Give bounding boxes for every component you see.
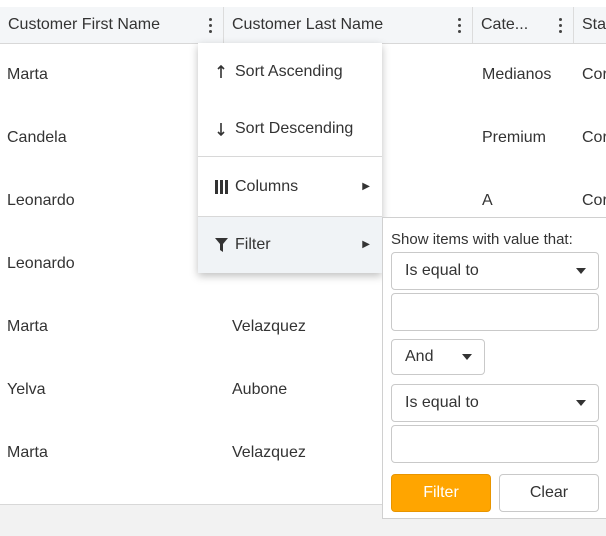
column-header-label: Customer Last Name bbox=[232, 16, 384, 33]
filter-operator-dropdown-2[interactable]: Is equal to bbox=[391, 384, 599, 422]
menu-item-label: Sort Ascending bbox=[235, 63, 343, 80]
menu-item-sort-descending[interactable]: Sort Descending bbox=[198, 100, 382, 157]
cell-first-name: Marta bbox=[7, 444, 48, 461]
arrow-down-icon bbox=[214, 100, 228, 157]
column-header-first-name[interactable]: Customer First Name bbox=[0, 7, 224, 43]
dropdown-value: And bbox=[405, 348, 434, 365]
caret-right-icon: ▶ bbox=[362, 239, 370, 250]
cell-first-name: Candela bbox=[7, 129, 67, 146]
cell-first-name: Yelva bbox=[7, 381, 46, 398]
column-header-label: Sta bbox=[582, 16, 606, 33]
column-header-category[interactable]: Cate... bbox=[473, 7, 574, 43]
menu-item-filter[interactable]: Filter ▶ bbox=[198, 217, 382, 273]
dropdown-value: Is equal to bbox=[405, 262, 479, 279]
menu-item-label: Columns bbox=[235, 178, 299, 195]
cell-last-name: Velazquez bbox=[232, 444, 306, 461]
menu-item-sort-ascending[interactable]: Sort Ascending bbox=[198, 43, 382, 100]
filter-logic-dropdown[interactable]: And bbox=[391, 339, 485, 375]
caret-down-icon bbox=[462, 354, 472, 360]
column-header-status[interactable]: Sta bbox=[574, 7, 606, 43]
column-menu-icon[interactable] bbox=[553, 7, 567, 43]
dropdown-value: Is equal to bbox=[405, 394, 479, 411]
menu-item-columns[interactable]: Columns ▶ bbox=[198, 157, 382, 216]
column-header-last-name[interactable]: Customer Last Name bbox=[224, 7, 473, 43]
filter-panel: Show items with value that: Is equal to … bbox=[382, 217, 606, 519]
column-menu-icon[interactable] bbox=[452, 7, 466, 43]
menu-item-label: Filter bbox=[235, 236, 271, 253]
filter-value-input-1[interactable] bbox=[391, 293, 599, 331]
cell-status: Cor bbox=[582, 66, 606, 83]
cell-category: Medianos bbox=[482, 66, 552, 83]
caret-down-icon bbox=[576, 400, 586, 406]
caret-down-icon bbox=[576, 268, 586, 274]
columns-icon bbox=[214, 157, 228, 216]
column-header-label: Cate... bbox=[481, 16, 529, 33]
column-header-label: Customer First Name bbox=[8, 16, 161, 33]
cell-last-name: Aubone bbox=[232, 381, 288, 398]
caret-right-icon: ▶ bbox=[362, 181, 370, 192]
cell-last-name: Velazquez bbox=[232, 318, 306, 335]
filter-button[interactable]: Filter bbox=[391, 474, 491, 512]
column-menu-icon[interactable] bbox=[203, 7, 217, 43]
grid-header: Customer First Name Customer Last Name C… bbox=[0, 7, 606, 44]
arrow-up-icon bbox=[214, 43, 228, 100]
cell-category: Premium bbox=[482, 129, 547, 146]
filter-value-input-2[interactable] bbox=[391, 425, 599, 463]
filter-icon bbox=[214, 217, 228, 273]
column-menu: Sort Ascending Sort Descending Columns ▶… bbox=[198, 43, 382, 273]
filter-title: Show items with value that: bbox=[391, 231, 573, 248]
cell-first-name: Marta bbox=[7, 66, 48, 83]
cell-first-name: Marta bbox=[7, 318, 48, 335]
cell-status: Cor bbox=[582, 129, 606, 146]
cell-first-name: Leonardo bbox=[7, 255, 75, 272]
menu-item-label: Sort Descending bbox=[235, 120, 354, 137]
cell-first-name: Leonardo bbox=[7, 192, 75, 209]
clear-button[interactable]: Clear bbox=[499, 474, 599, 512]
filter-operator-dropdown-1[interactable]: Is equal to bbox=[391, 252, 599, 290]
